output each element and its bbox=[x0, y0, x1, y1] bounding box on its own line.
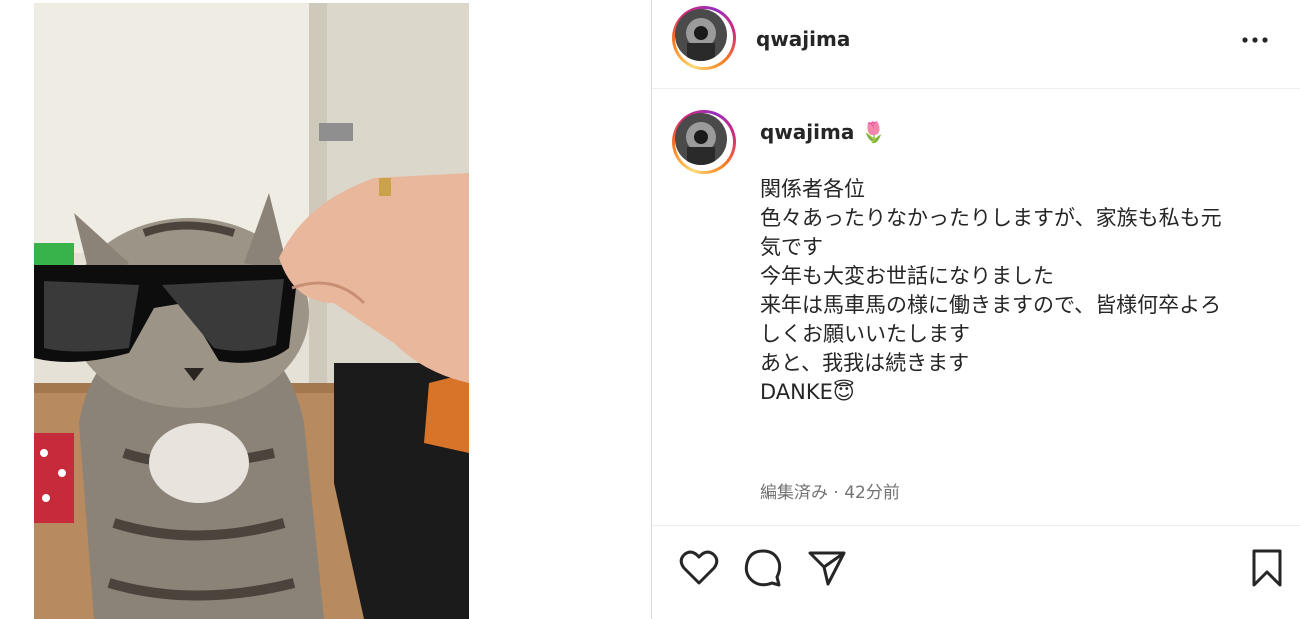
post-photo[interactable] bbox=[34, 3, 469, 619]
caption-line: 色々あったりなかったりしますが、家族も私も元 bbox=[760, 206, 1222, 230]
comment-icon[interactable] bbox=[742, 547, 784, 589]
author-avatar[interactable] bbox=[672, 6, 736, 70]
more-options-icon[interactable] bbox=[1240, 30, 1270, 50]
caption-line: 関係者各位 bbox=[760, 177, 865, 201]
post-meta: 編集済み · 42分前 bbox=[760, 483, 900, 503]
header-username[interactable]: qwajima bbox=[756, 27, 850, 51]
caption-username[interactable]: qwajima bbox=[760, 120, 854, 144]
caption-line: しくお願いいたします bbox=[760, 322, 970, 346]
header-divider bbox=[652, 88, 1300, 89]
tulip-emoji: 🌷 bbox=[861, 120, 887, 144]
caption-author-avatar[interactable] bbox=[672, 110, 736, 174]
heart-icon[interactable] bbox=[678, 547, 720, 589]
avatar-photo bbox=[675, 113, 727, 165]
caption-line: 今年も大変お世話になりました bbox=[760, 264, 1054, 288]
caption-line: あと、我我は続きます bbox=[760, 351, 970, 375]
caption-username-row: qwajima 🌷 bbox=[760, 120, 886, 144]
caption-line: 気です bbox=[760, 235, 823, 259]
actions-divider bbox=[652, 525, 1300, 526]
avatar-photo bbox=[675, 9, 727, 61]
post-header: qwajima bbox=[652, 0, 1300, 88]
send-icon[interactable] bbox=[806, 547, 848, 589]
caption-line: DANKE😇 bbox=[760, 380, 855, 404]
caption-text: 関係者各位 色々あったりなかったりしますが、家族も私も元 気です 今年も大変お世… bbox=[760, 175, 1270, 407]
action-bar bbox=[652, 527, 1300, 619]
bookmark-icon[interactable] bbox=[1246, 547, 1288, 589]
cat-with-sunglasses-image bbox=[34, 3, 469, 619]
caption-line: 来年は馬車馬の様に働きますので、皆様何卒よろ bbox=[760, 293, 1222, 317]
